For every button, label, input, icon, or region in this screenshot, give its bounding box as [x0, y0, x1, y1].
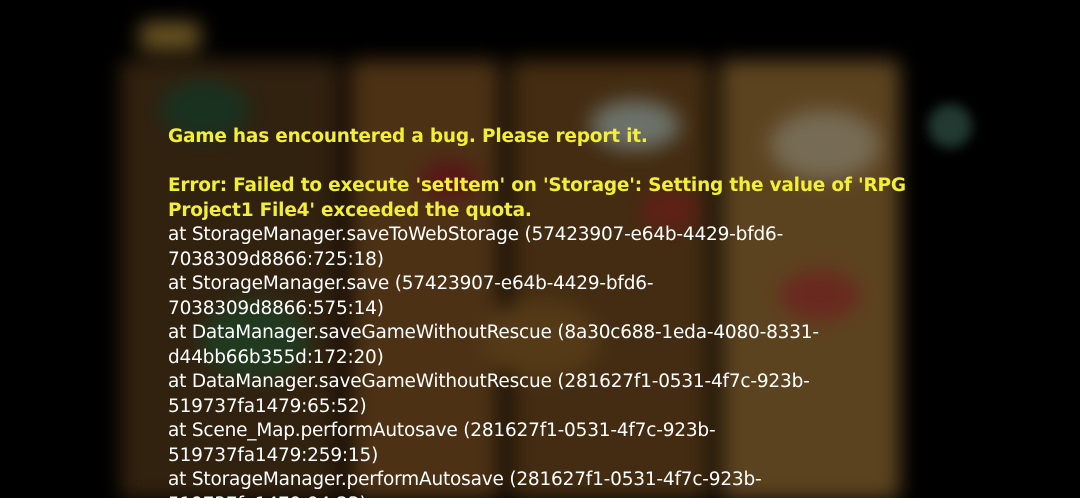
stack-trace-line: at DataManager.saveGameWithoutRescue (8a…	[168, 322, 819, 368]
game-screen: Game has encountered a bug. Please repor…	[0, 0, 1080, 498]
error-heading: Game has encountered a bug. Please repor…	[168, 126, 648, 147]
stack-trace-line: at Scene_Map.performAutosave (281627f1-0…	[168, 420, 716, 466]
error-overlay: Game has encountered a bug. Please repor…	[168, 125, 988, 498]
stack-trace-line: at StorageManager.performAutosave (28162…	[168, 469, 762, 498]
error-message: Error: Failed to execute 'setItem' on 'S…	[168, 175, 906, 221]
error-stack-trace: at StorageManager.saveToWebStorage (5742…	[168, 223, 988, 498]
stack-trace-line: at StorageManager.save (57423907-e64b-44…	[168, 273, 654, 319]
stack-trace-line: at DataManager.saveGameWithoutRescue (28…	[168, 371, 810, 417]
stack-trace-line: at StorageManager.saveToWebStorage (5742…	[168, 224, 784, 270]
blurred-scene-element	[140, 22, 200, 50]
